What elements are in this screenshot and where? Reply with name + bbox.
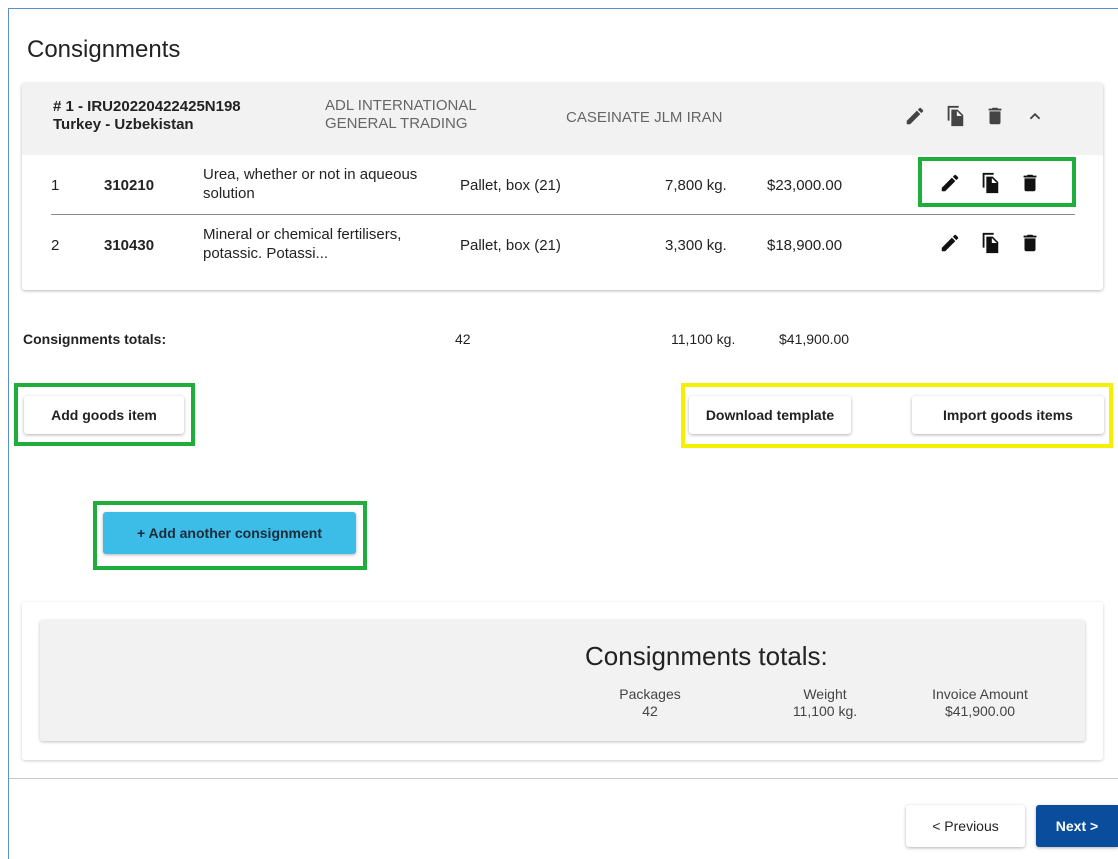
totals-amount: $41,900.00 xyxy=(779,331,850,347)
hs-code: 310430 xyxy=(104,237,155,254)
consignment-consignee: CASEINATE JLM IRAN xyxy=(566,109,723,126)
edit-icon[interactable] xyxy=(939,232,961,254)
add-goods-item-button[interactable]: Add goods item xyxy=(24,396,184,434)
summary-amount: Invoice Amount $41,900.00 xyxy=(910,686,1050,720)
delete-icon[interactable] xyxy=(1019,232,1041,254)
summary-packages-label: Packages xyxy=(619,686,681,702)
row-number: 2 xyxy=(51,237,60,254)
edit-icon[interactable] xyxy=(904,105,926,127)
footer-divider xyxy=(9,778,1118,779)
consignment-route: Turkey - Uzbekistan xyxy=(53,116,194,133)
goods-packages: Pallet, box (21) xyxy=(460,237,561,254)
chevron-up-icon[interactable] xyxy=(1024,105,1046,127)
summary-weight-value: 11,100 kg. xyxy=(792,703,858,719)
summary-card: Consignments totals: Packages 42 Weight … xyxy=(22,602,1103,760)
download-template-button[interactable]: Download template xyxy=(689,396,851,434)
row-actions xyxy=(939,232,1041,254)
summary-panel: Consignments totals: Packages 42 Weight … xyxy=(40,620,1085,741)
summary-packages: Packages 42 xyxy=(610,686,690,720)
summary-packages-value: 42 xyxy=(642,703,658,719)
previous-button[interactable]: < Previous xyxy=(906,805,1025,847)
copy-icon[interactable] xyxy=(979,232,1001,254)
summary-amount-label: Invoice Amount xyxy=(932,686,1028,702)
goods-packages: Pallet, box (21) xyxy=(460,177,561,194)
goods-description: Urea, whether or not in aqueous solution xyxy=(203,166,418,202)
next-button[interactable]: Next > xyxy=(1036,805,1118,847)
goods-amount: $18,900.00 xyxy=(767,237,843,254)
goods-description: Mineral or chemical fertilisers, potassi… xyxy=(203,226,402,262)
delete-icon[interactable] xyxy=(984,105,1006,127)
totals-weight: 11,100 kg. xyxy=(671,331,736,347)
consignment-sender: ADL INTERNATIONAL GENERAL TRADING xyxy=(325,97,477,132)
consignment-id-block: # 1 - IRU20220422425N198 Turkey - Uzbeki… xyxy=(53,98,313,134)
consignment-id: # 1 - IRU20220422425N198 xyxy=(53,98,241,115)
consignment-header[interactable]: # 1 - IRU20220422425N198 Turkey - Uzbeki… xyxy=(22,83,1103,155)
summary-weight: Weight 11,100 kg. xyxy=(775,686,875,720)
totals-packages: 42 xyxy=(455,331,471,347)
totals-label: Consignments totals: xyxy=(23,331,167,347)
summary-amount-value: $41,900.00 xyxy=(944,703,1016,719)
summary-title: Consignments totals: xyxy=(585,641,828,671)
row-number: 1 xyxy=(51,177,60,194)
add-another-consignment-button[interactable]: + Add another consignment xyxy=(103,512,356,554)
goods-weight: 7,800 kg. xyxy=(665,177,727,194)
copy-icon[interactable] xyxy=(944,105,966,127)
consignment-actions xyxy=(904,105,1046,127)
summary-weight-label: Weight xyxy=(803,686,847,702)
goods-weight: 3,300 kg. xyxy=(665,237,727,254)
page-title: Consignments xyxy=(27,36,181,63)
goods-amount: $23,000.00 xyxy=(767,177,843,194)
highlight-row-actions xyxy=(918,157,1076,207)
table-row[interactable]: 2 310430 Mineral or chemical fertilisers… xyxy=(22,215,1103,275)
hs-code: 310210 xyxy=(104,177,155,194)
import-goods-items-button[interactable]: Import goods items xyxy=(912,396,1104,434)
